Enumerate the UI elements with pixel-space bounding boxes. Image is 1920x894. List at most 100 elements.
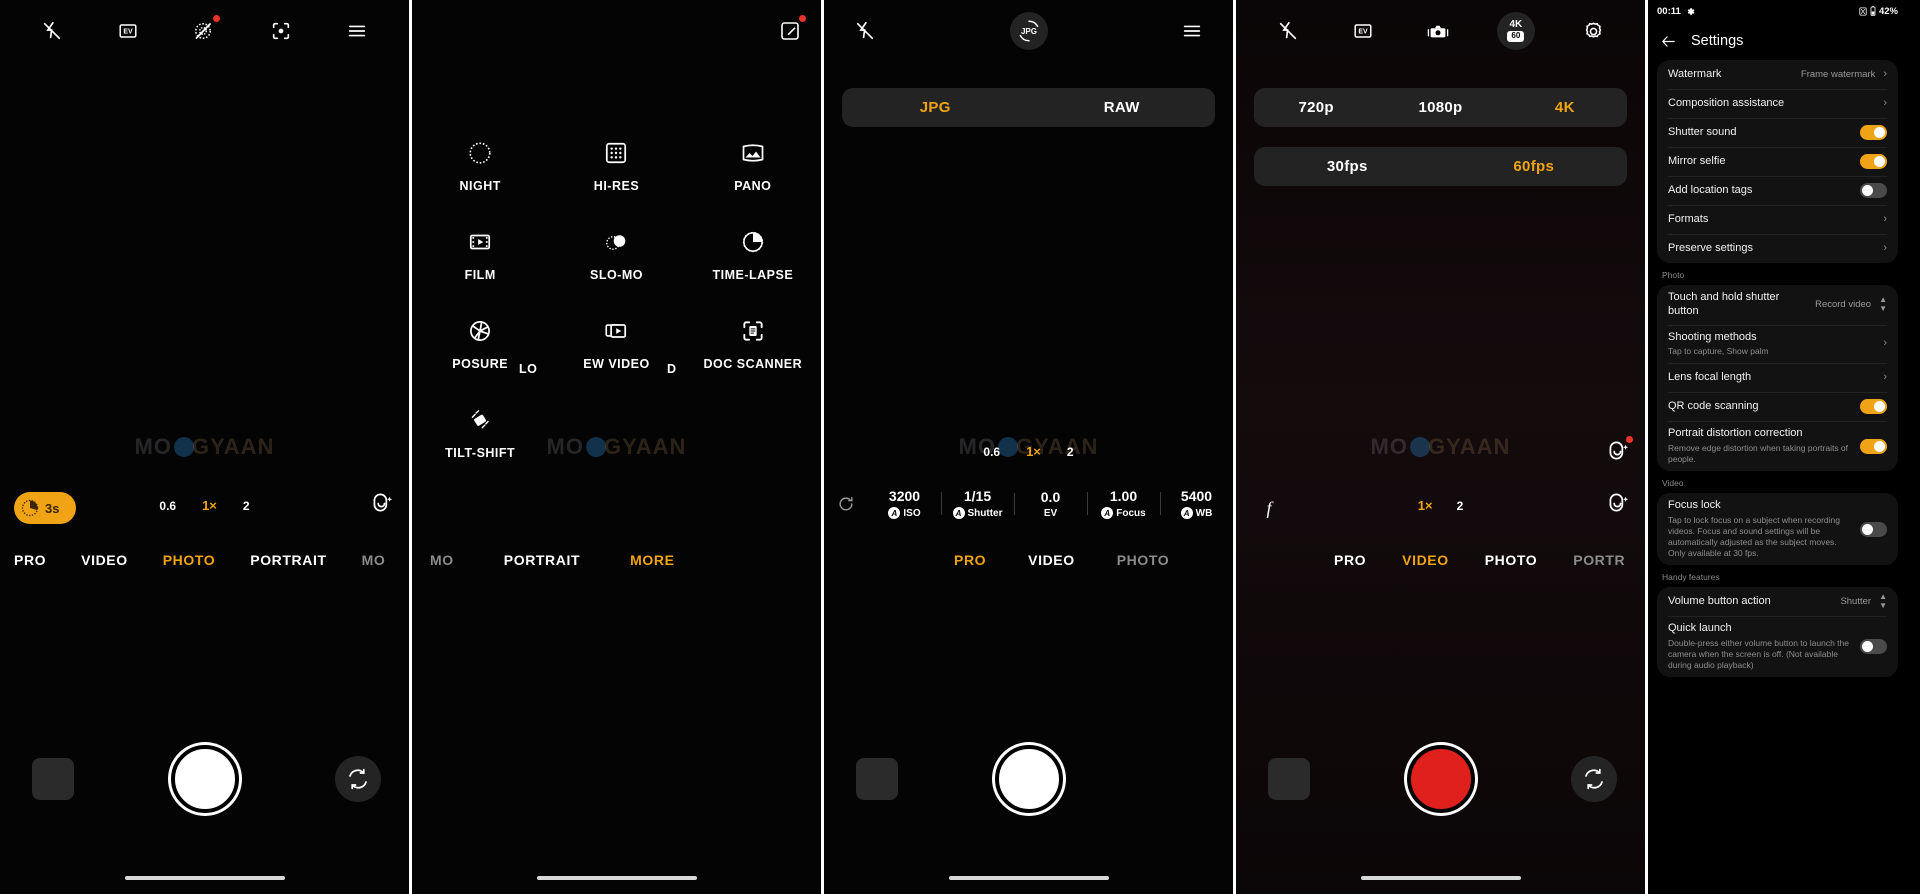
mode-video[interactable]: VIDEO: [1402, 552, 1449, 568]
format-option-jpg[interactable]: JPG: [842, 99, 1029, 116]
setting-row-watermark[interactable]: Watermark Frame watermark ›: [1657, 60, 1898, 89]
fps-option-30[interactable]: 30fps: [1254, 158, 1441, 175]
edit-modes-icon[interactable]: [773, 14, 807, 48]
more-mode-time-lapse[interactable]: TIME-LAPSE: [685, 229, 821, 282]
zoom-option[interactable]: 1×: [202, 498, 217, 513]
menu-icon[interactable]: [1175, 14, 1209, 48]
pro-value: 1/15: [963, 488, 992, 504]
menu-icon[interactable]: [340, 14, 374, 48]
pro-topbar: JPG: [824, 0, 1233, 62]
setting-row-mirror-selfie[interactable]: Mirror selfie: [1657, 147, 1898, 176]
mode-more[interactable]: MORE: [630, 552, 674, 568]
more-mode-tilt-shift[interactable]: TILT-SHIFT: [412, 407, 548, 460]
more-mode-night[interactable]: NIGHT: [412, 140, 548, 193]
format-option-raw[interactable]: RAW: [1029, 99, 1216, 116]
more-mode-hi-res[interactable]: HI-RES: [548, 140, 684, 193]
mode-photo[interactable]: MO: [430, 552, 454, 568]
gallery-thumbnail[interactable]: [1268, 758, 1310, 800]
toggle-switch[interactable]: [1860, 125, 1887, 140]
setting-row-preserve-settings[interactable]: Preserve settings ›: [1657, 234, 1898, 263]
pro-label-text: ISO: [903, 507, 921, 519]
zoom-option[interactable]: 1×: [1418, 498, 1433, 513]
pro-control-shutter[interactable]: 1/15 A Shutter: [941, 488, 1014, 519]
mode-photo[interactable]: PHOTO: [1485, 552, 1538, 568]
more-mode-pano[interactable]: PANO: [685, 140, 821, 193]
more-mode-preview-video[interactable]: EW VIDEO: [548, 318, 684, 371]
setting-row-focus-lock[interactable]: Focus lock Tap to lock focus on a subjec…: [1657, 493, 1898, 565]
ai-scene-off-icon[interactable]: [187, 14, 221, 48]
record-button[interactable]: [1406, 745, 1475, 813]
setting-row-composition-assistance[interactable]: Composition assistance ›: [1657, 89, 1898, 118]
setting-row-lens-focal-length[interactable]: Lens focal length ›: [1657, 363, 1898, 392]
zoom-option[interactable]: 1×: [1026, 444, 1041, 459]
toggle-switch[interactable]: [1860, 399, 1887, 415]
mode-portrait[interactable]: PORTR: [1573, 552, 1625, 568]
back-arrow-icon[interactable]: [1660, 33, 1677, 50]
toggle-switch[interactable]: [1860, 438, 1887, 454]
jpg-badge-text: JPG: [1020, 27, 1036, 36]
zoom-option[interactable]: 2: [243, 499, 250, 513]
mode-video[interactable]: VIDEO: [81, 552, 128, 568]
jpg-format-icon[interactable]: JPG: [1009, 12, 1048, 50]
shutter-button[interactable]: [170, 745, 239, 813]
mode-photo[interactable]: PHOTO: [163, 552, 216, 568]
setting-row-touch-hold-shutter[interactable]: Touch and hold shutter button Record vid…: [1657, 285, 1898, 325]
setting-row-portrait-distortion-correction[interactable]: Portrait distortion correction Remove ed…: [1657, 421, 1898, 471]
flash-off-icon[interactable]: [35, 14, 69, 48]
toggle-switch[interactable]: [1860, 639, 1887, 655]
setting-row-quick-launch[interactable]: Quick launch Double-press either volume …: [1657, 616, 1898, 677]
setting-row-qr-code-scanning[interactable]: QR code scanning: [1657, 392, 1898, 421]
mode-pro[interactable]: PRO: [1334, 552, 1366, 568]
pro-control-focus[interactable]: 1.00 A Focus: [1087, 488, 1160, 519]
more-mode-slo-mo[interactable]: SLO-MO: [548, 229, 684, 282]
more-mode-long-exposure[interactable]: POSURE: [412, 318, 548, 371]
long-exposure-icon: [470, 321, 491, 341]
mode-more[interactable]: MO: [362, 552, 386, 568]
status-left: 00:11: [1657, 6, 1695, 17]
pro-control-ev[interactable]: 0.0 EV: [1014, 489, 1087, 519]
gallery-thumbnail[interactable]: [856, 758, 898, 800]
gallery-thumbnail[interactable]: [32, 758, 74, 800]
toggle-switch[interactable]: [1860, 154, 1887, 169]
toggle-switch[interactable]: [1860, 183, 1887, 198]
ev-icon[interactable]: EV: [1346, 14, 1380, 48]
zoom-option[interactable]: 2: [1457, 499, 1464, 513]
gear-icon[interactable]: [1576, 14, 1610, 48]
setting-row-add-location-tags[interactable]: Add location tags: [1657, 176, 1898, 205]
zoom-option[interactable]: 2: [1067, 445, 1074, 459]
fps-option-60[interactable]: 60fps: [1441, 158, 1628, 175]
pro-reset-button[interactable]: [824, 494, 868, 514]
shutter-button[interactable]: [994, 745, 1063, 813]
flip-camera-button[interactable]: [335, 756, 381, 802]
flash-off-icon[interactable]: [848, 14, 882, 48]
setting-row-formats[interactable]: Formats ›: [1657, 205, 1898, 234]
resolution-option-720p[interactable]: 720p: [1254, 99, 1378, 116]
flip-camera-button[interactable]: [1571, 756, 1617, 802]
mode-portrait[interactable]: PORTRAIT: [504, 552, 580, 568]
flash-off-icon[interactable]: [1271, 14, 1305, 48]
mode-photo[interactable]: PHOTO: [1117, 552, 1170, 568]
mode-video[interactable]: VIDEO: [1028, 552, 1075, 568]
setting-subtitle: Remove edge distortion when taking portr…: [1668, 443, 1849, 465]
toggle-switch[interactable]: [1860, 521, 1887, 537]
more-mode-film[interactable]: FILM: [412, 229, 548, 282]
resolution-option-1080p[interactable]: 1080p: [1378, 99, 1502, 116]
zoom-option[interactable]: 0.6: [983, 445, 1000, 459]
settings-list[interactable]: Watermark Frame watermark › Composition …: [1648, 60, 1907, 894]
more-mode-doc-scanner[interactable]: DOC SCANNER: [685, 318, 821, 371]
zoom-option[interactable]: 0.6: [159, 499, 176, 513]
mode-portrait[interactable]: PORTRAIT: [250, 552, 326, 568]
pro-control-iso[interactable]: 3200 A ISO: [868, 488, 941, 519]
focus-tracking-icon[interactable]: [264, 14, 298, 48]
4k60-icon[interactable]: 4K 60: [1496, 12, 1535, 50]
setting-row-volume-button-action[interactable]: Volume button action Shutter ▲ ▼: [1657, 587, 1898, 616]
stabilization-icon[interactable]: [1421, 14, 1455, 48]
resolution-option-4k[interactable]: 4K: [1503, 99, 1627, 116]
pro-control-wb[interactable]: 5400 A WB: [1160, 488, 1233, 519]
mode-pro[interactable]: PRO: [14, 552, 46, 568]
mode-pro[interactable]: PRO: [954, 552, 986, 568]
beauty-filter-icon[interactable]: [1605, 436, 1633, 469]
setting-row-shutter-sound[interactable]: Shutter sound: [1657, 118, 1898, 147]
ev-icon[interactable]: EV: [111, 14, 145, 48]
setting-row-shooting-methods[interactable]: Shooting methods Tap to capture, Show pa…: [1657, 324, 1898, 364]
